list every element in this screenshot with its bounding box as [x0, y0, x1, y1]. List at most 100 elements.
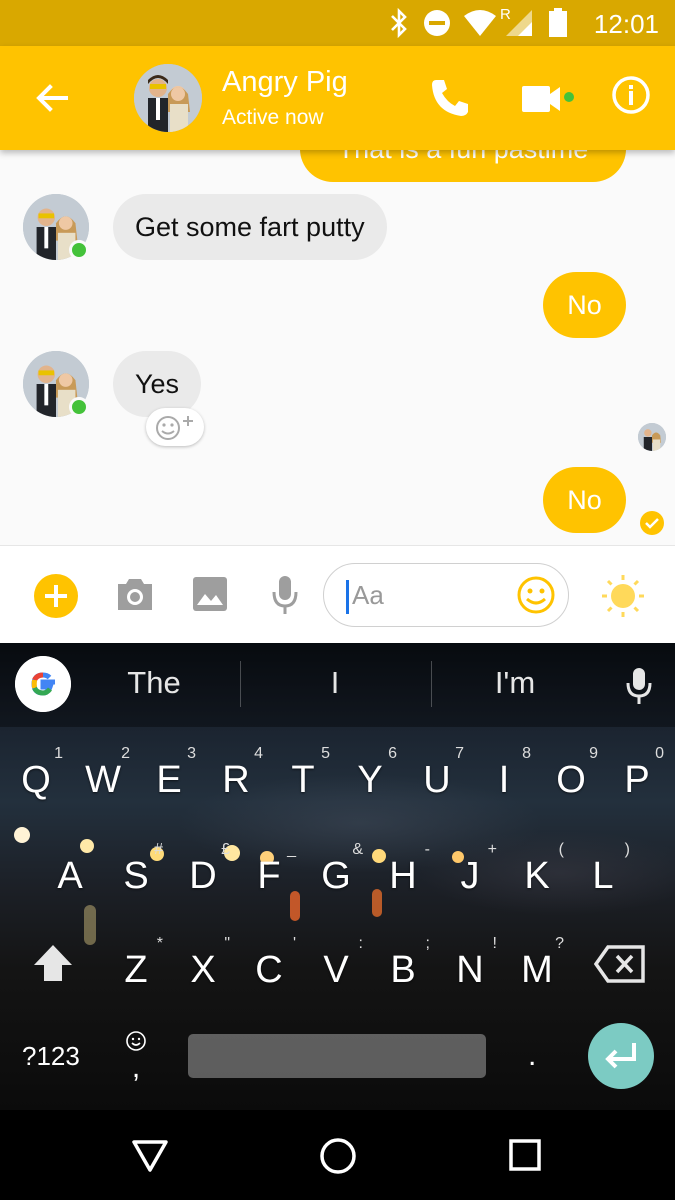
battery-icon: [549, 8, 567, 37]
key-c[interactable]: ' C: [236, 927, 302, 1017]
message-bubble-outgoing[interactable]: No: [543, 467, 626, 533]
seen-by-avatar: [638, 423, 666, 451]
emoji-comma-key[interactable]: ,: [124, 1029, 148, 1089]
recents-square-icon[interactable]: [508, 1138, 542, 1172]
comma-label: ,: [131, 1051, 141, 1084]
key-label: M: [521, 949, 553, 991]
online-indicator: [69, 397, 89, 417]
emoji-icon[interactable]: [516, 575, 556, 615]
key-label: P: [624, 759, 650, 801]
key-z[interactable]: * Z: [103, 927, 169, 1017]
camera-icon[interactable]: [114, 576, 156, 614]
back-triangle-icon[interactable]: [130, 1138, 170, 1174]
key-a[interactable]: A: [37, 833, 103, 923]
key-e[interactable]: 3E: [136, 737, 202, 827]
key-label: C: [255, 949, 283, 991]
key-f[interactable]: _ F: [236, 833, 302, 923]
period-key[interactable]: .: [528, 1039, 536, 1073]
key-d[interactable]: £ D: [170, 833, 236, 923]
contact-active-status: Active now: [222, 106, 324, 129]
microphone-icon[interactable]: [270, 574, 300, 616]
key-t[interactable]: 5T: [270, 737, 336, 827]
key-u[interactable]: 7U: [404, 737, 470, 827]
soft-keyboard: The I I'm 1Q 2W 3E 4R 5T 6Y 7U 8I 9O 0P …: [0, 643, 675, 1110]
roaming-label: R: [500, 6, 511, 23]
key-i[interactable]: 8I: [471, 737, 537, 827]
suggestion-item[interactable]: The: [64, 665, 244, 701]
text-cursor: [346, 580, 349, 614]
key-label: U: [423, 759, 451, 801]
key-w[interactable]: 2W: [70, 737, 136, 827]
key-k[interactable]: (K: [504, 833, 570, 923]
key-r[interactable]: 4R: [203, 737, 269, 827]
contact-avatar[interactable]: [134, 64, 202, 132]
add-reaction-button[interactable]: [146, 408, 204, 446]
key-l[interactable]: ) L: [570, 833, 636, 923]
key-label: Z: [124, 949, 148, 991]
key-g[interactable]: & G: [303, 833, 369, 923]
contact-name[interactable]: Angry Pig: [222, 66, 348, 99]
key-p[interactable]: 0P: [604, 737, 670, 827]
key-b[interactable]: ; B: [370, 927, 436, 1017]
key-q[interactable]: 1Q: [3, 737, 69, 827]
delivered-check-icon: [640, 511, 664, 535]
key-y[interactable]: 6Y: [337, 737, 403, 827]
home-circle-icon[interactable]: [318, 1136, 358, 1176]
message-input-placeholder: Aa: [352, 580, 384, 610]
key-x[interactable]: " X: [170, 927, 236, 1017]
key-j[interactable]: + J: [437, 833, 503, 923]
conversation-header: Angry Pig Active now: [0, 46, 675, 150]
key-label: K: [524, 855, 550, 897]
key-label: X: [190, 949, 216, 991]
key-label: B: [390, 949, 416, 991]
symbols-key[interactable]: ?123: [22, 1041, 80, 1072]
key-label: G: [321, 855, 351, 897]
key-label: D: [189, 855, 217, 897]
enter-button[interactable]: [588, 1023, 654, 1089]
google-logo-icon[interactable]: [15, 656, 71, 712]
key-n[interactable]: ! N: [437, 927, 503, 1017]
system-nav-bar: [0, 1110, 675, 1200]
key-label: W: [85, 759, 121, 801]
space-bar[interactable]: [188, 1034, 486, 1078]
background-light: [14, 827, 30, 843]
back-arrow-icon[interactable]: [28, 74, 76, 122]
suggestion-bar: The I I'm: [0, 643, 675, 727]
message-bubble-incoming[interactable]: Get some fart putty: [113, 194, 387, 260]
key-h[interactable]: -H: [370, 833, 436, 923]
key-label: A: [57, 855, 83, 897]
video-online-dot: [564, 92, 574, 102]
message-bubble-outgoing[interactable]: No: [543, 272, 626, 338]
backspace-icon[interactable]: [594, 945, 646, 983]
key-o[interactable]: 9O: [538, 737, 604, 827]
info-icon[interactable]: [610, 74, 652, 116]
image-icon[interactable]: [192, 576, 228, 612]
bluetooth-icon: [391, 8, 407, 38]
key-label: Y: [357, 759, 383, 801]
shift-icon[interactable]: [30, 941, 76, 987]
plus-icon[interactable]: [33, 573, 79, 619]
phone-icon[interactable]: [428, 76, 472, 120]
key-label: S: [123, 855, 149, 897]
voice-input-icon[interactable]: [624, 667, 654, 705]
enter-arrow-icon: [605, 1043, 636, 1069]
wifi-icon: [464, 10, 496, 36]
message-bubble-outgoing[interactable]: That is a fun pastime: [300, 150, 626, 182]
status-bar: R 12:01: [0, 0, 675, 46]
key-label: O: [556, 759, 586, 801]
suggestion-divider: [240, 661, 241, 707]
suggestion-item[interactable]: I'm: [425, 665, 605, 701]
key-label: H: [389, 855, 417, 897]
emoji-icon: [126, 1031, 146, 1051]
key-label: V: [323, 949, 349, 991]
key-v[interactable]: :V: [303, 927, 369, 1017]
key-m[interactable]: ? M: [504, 927, 570, 1017]
message-list[interactable]: That is a fun pastime Get some fart putt…: [0, 150, 675, 545]
suggestion-item[interactable]: I: [245, 665, 425, 701]
status-time: 12:01: [593, 9, 659, 39]
key-label: J: [460, 855, 480, 897]
key-label: E: [156, 759, 182, 801]
key-label: T: [291, 759, 315, 801]
key-s[interactable]: # S: [103, 833, 169, 923]
sun-icon[interactable]: [600, 573, 646, 619]
